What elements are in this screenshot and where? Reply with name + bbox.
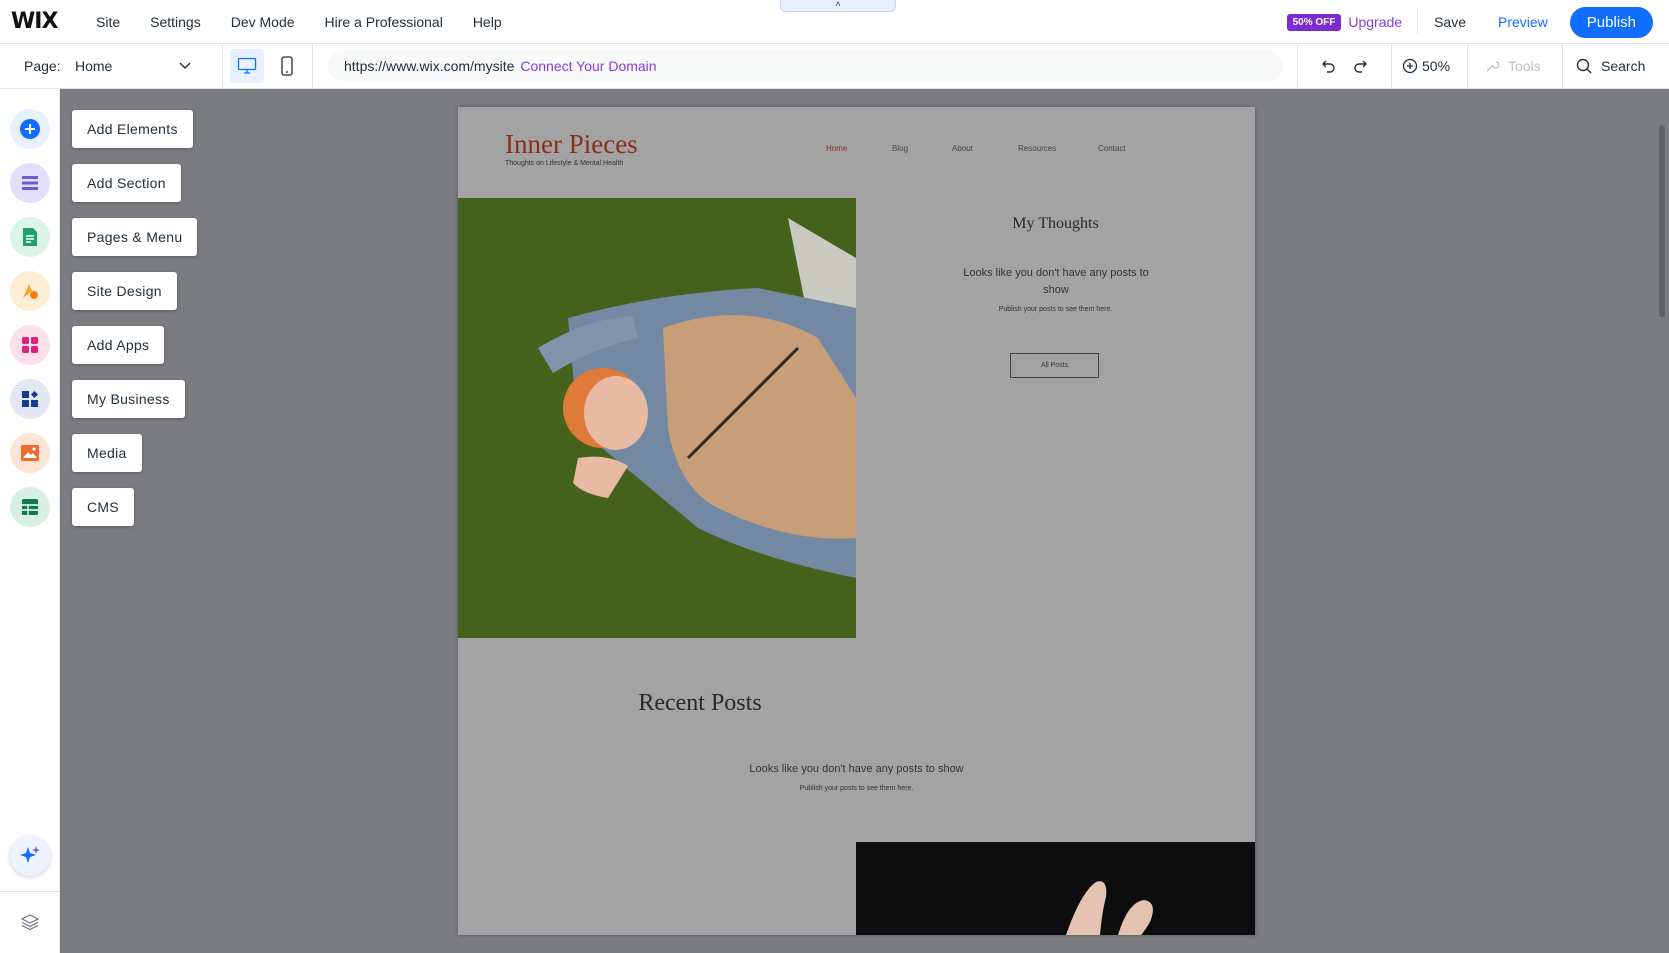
menu-help[interactable]: Help: [458, 14, 517, 30]
left-rail: [0, 89, 60, 953]
undo-icon: [1322, 60, 1335, 73]
save-button[interactable]: Save: [1418, 14, 1482, 30]
cms-icon: [22, 499, 38, 515]
top-actions: 50% OFF Upgrade Save Preview Publish: [1286, 0, 1653, 44]
recent-posts-empty-text[interactable]: Looks like you don't have any posts to s…: [458, 763, 1255, 775]
divider: [0, 891, 60, 892]
pages-menu-button[interactable]: Pages & Menu: [72, 218, 198, 256]
layers-rail-button[interactable]: [10, 902, 50, 942]
add-apps-icon: [22, 337, 38, 353]
add-section-button[interactable]: Add Section: [72, 164, 181, 202]
page-label: Page:: [24, 58, 61, 74]
mobile-view-button[interactable]: [270, 49, 304, 83]
site-design-icon: [23, 284, 38, 299]
search-button[interactable]: Search: [1576, 58, 1645, 74]
editor-canvas[interactable]: Add Elements Add Section Pages & Menu Si…: [60, 89, 1669, 953]
menu-hire-professional[interactable]: Hire a Professional: [310, 14, 458, 30]
my-thoughts-title[interactable]: My Thoughts: [856, 215, 1255, 233]
zoom-level: 50%: [1422, 58, 1451, 74]
site-url: https://www.wix.com/mysite: [344, 58, 515, 74]
divider: [1297, 44, 1298, 89]
site-nav-resources[interactable]: Resources: [1018, 144, 1056, 153]
wrench-icon: [1486, 61, 1500, 72]
site-design-rail-button[interactable]: [10, 271, 50, 311]
recent-posts-title[interactable]: Recent Posts: [458, 690, 942, 717]
my-business-button[interactable]: My Business: [72, 380, 185, 418]
redo-icon: [1354, 60, 1367, 73]
collapse-toolbar-button[interactable]: ˄: [780, 0, 896, 12]
site-tagline[interactable]: Thoughts on Lifestyle & Mental Health: [505, 160, 623, 167]
pages-menu-icon: [23, 228, 37, 246]
add-apps-rail-button[interactable]: [10, 325, 50, 365]
pages-menu-rail-button[interactable]: [10, 217, 50, 257]
my-thoughts-subtext[interactable]: Publish your posts to see them here.: [856, 306, 1255, 313]
divider: [312, 44, 313, 89]
menu-site[interactable]: Site: [81, 14, 135, 30]
media-rail-button[interactable]: [10, 433, 50, 473]
wix-logo[interactable]: WIX: [11, 9, 81, 34]
main-menu: Site Settings Dev Mode Hire a Profession…: [81, 14, 517, 30]
my-business-rail-button[interactable]: [10, 379, 50, 419]
media-icon: [21, 445, 39, 461]
site-nav-blog[interactable]: Blog: [892, 144, 908, 153]
desktop-icon: [237, 57, 257, 74]
divider: [222, 44, 223, 89]
mobile-icon: [281, 56, 293, 76]
ai-sparkle-icon: [20, 846, 40, 863]
menu-dev-mode[interactable]: Dev Mode: [216, 14, 310, 30]
desktop-view-button[interactable]: [230, 49, 264, 83]
recent-posts-subtext[interactable]: Publish your posts to see them here.: [458, 785, 1255, 792]
add-elements-button[interactable]: Add Elements: [72, 110, 193, 148]
redo-button[interactable]: [1350, 55, 1372, 77]
add-section-rail-button[interactable]: [10, 163, 50, 203]
add-elements-rail-button[interactable]: [10, 109, 50, 149]
cms-rail-button[interactable]: [10, 487, 50, 527]
connect-domain-link[interactable]: Connect Your Domain: [520, 58, 656, 74]
divider: [1391, 44, 1392, 89]
search-icon: [1576, 58, 1592, 74]
ai-assistant-rail-button[interactable]: [10, 836, 50, 876]
site-title[interactable]: Inner Pieces: [505, 129, 638, 160]
undo-button[interactable]: [1317, 55, 1339, 77]
site-nav-contact[interactable]: Contact: [1098, 144, 1126, 153]
chevron-up-icon: ˄: [835, 0, 841, 9]
divider: [1562, 44, 1563, 89]
bottom-image[interactable]: [856, 842, 1255, 935]
site-url-bar[interactable]: https://www.wix.com/mysite Connect Your D…: [328, 51, 1283, 81]
publish-button[interactable]: Publish: [1569, 6, 1653, 38]
scrollbar-thumb[interactable]: [1659, 125, 1665, 317]
upgrade-link[interactable]: Upgrade: [1348, 14, 1402, 30]
tools-button[interactable]: Tools: [1484, 58, 1541, 74]
canvas-scrollbar[interactable]: [1655, 89, 1669, 953]
divider: [1467, 44, 1468, 89]
my-business-icon: [22, 391, 38, 407]
site-design-button[interactable]: Site Design: [72, 272, 177, 310]
site-page-preview[interactable]: Inner Pieces Thoughts on Lifestyle & Men…: [458, 107, 1255, 935]
site-nav-about[interactable]: About: [952, 144, 973, 153]
menu-settings[interactable]: Settings: [135, 14, 216, 30]
page-selector[interactable]: Home: [75, 58, 112, 74]
all-posts-button[interactable]: All Posts: [1010, 353, 1099, 378]
add-elements-icon: [20, 119, 40, 139]
add-apps-button[interactable]: Add Apps: [72, 326, 165, 364]
hero-image[interactable]: [458, 198, 856, 638]
add-section-icon: [22, 176, 38, 190]
my-thoughts-empty-text[interactable]: Looks like you don't have any posts to s…: [952, 265, 1160, 299]
layers-icon: [20, 914, 40, 931]
tools-label: Tools: [1508, 58, 1541, 74]
top-bar: WIX Site Settings Dev Mode Hire a Profes…: [0, 0, 1669, 44]
search-label: Search: [1601, 58, 1646, 74]
site-nav-home[interactable]: Home: [826, 144, 847, 153]
page-toolbar: Page: Home https://www.wix.com/mysite Con…: [0, 44, 1669, 89]
media-button[interactable]: Media: [72, 434, 142, 472]
preview-button[interactable]: Preview: [1482, 14, 1564, 30]
cms-button[interactable]: CMS: [72, 488, 135, 526]
discount-badge[interactable]: 50% OFF: [1286, 13, 1342, 31]
zoom-control[interactable]: 50%: [1402, 58, 1450, 74]
chevron-down-icon[interactable]: [178, 58, 192, 72]
zoom-in-icon: [1402, 58, 1418, 74]
